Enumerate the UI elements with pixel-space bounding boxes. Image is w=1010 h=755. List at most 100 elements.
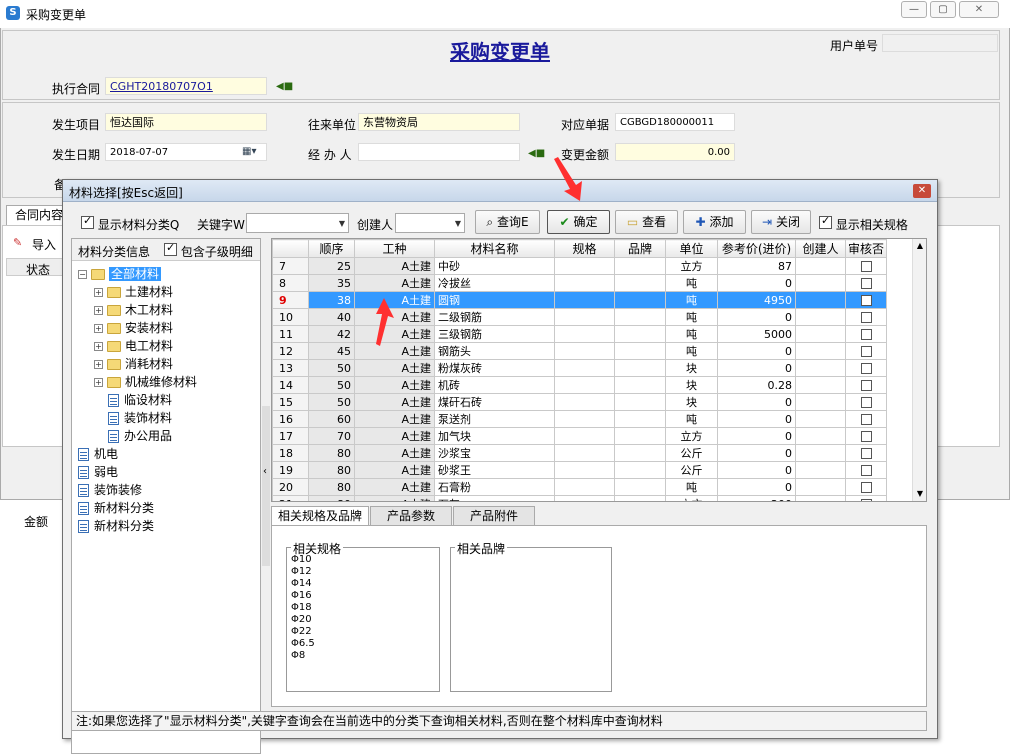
table-cell[interactable]: 0 <box>717 393 796 411</box>
view-button[interactable]: ▭ 查看 <box>615 210 678 234</box>
table-cell[interactable]: 立方 <box>665 257 718 275</box>
spec-item[interactable]: Φ6.5 <box>291 638 315 650</box>
table-cell[interactable] <box>614 308 666 326</box>
tree-node[interactable]: + 土建材料 <box>94 283 173 301</box>
show-category-option[interactable]: 显示材料分类Q <box>81 214 179 233</box>
table-cell[interactable]: A土建 <box>354 376 435 394</box>
table-cell[interactable]: 70 <box>308 427 355 445</box>
table-cell[interactable]: 4950 <box>717 291 796 309</box>
table-cell[interactable] <box>554 291 615 309</box>
keyword-combo[interactable]: ▼ <box>246 213 349 233</box>
table-cell[interactable] <box>554 444 615 462</box>
spec-item[interactable]: Φ14 <box>291 578 312 590</box>
table-cell[interactable] <box>845 427 887 445</box>
add-button[interactable]: ✚ 添加 <box>683 210 746 234</box>
table-cell[interactable]: 立方 <box>665 495 718 501</box>
column-header[interactable] <box>272 239 309 258</box>
approved-checkbox[interactable] <box>860 294 872 306</box>
table-cell[interactable]: 9 <box>272 291 309 309</box>
table-cell[interactable]: 0 <box>717 274 796 292</box>
table-cell[interactable]: 0 <box>717 427 796 445</box>
tab-product-params[interactable]: 产品参数 <box>370 506 452 526</box>
table-cell[interactable]: 吨 <box>665 308 718 326</box>
table-row[interactable]: 11 42 A土建 三级钢筋吨 5000 <box>272 325 887 343</box>
approved-checkbox[interactable] <box>860 328 872 340</box>
table-cell[interactable]: 公斤 <box>665 444 718 462</box>
creator-combo[interactable]: ▼ <box>395 213 465 233</box>
table-cell[interactable]: 0 <box>717 478 796 496</box>
table-cell[interactable] <box>795 427 846 445</box>
tree-node[interactable]: 机电 <box>78 445 118 463</box>
table-cell[interactable] <box>554 461 615 479</box>
table-cell[interactable]: 17 <box>272 427 309 445</box>
table-cell[interactable] <box>845 359 887 377</box>
table-row[interactable]: 9 38 A土建 圆钢吨 4950 <box>272 291 887 309</box>
user-no-field[interactable] <box>882 34 998 52</box>
table-cell[interactable]: A土建 <box>354 274 435 292</box>
approved-checkbox[interactable] <box>860 260 872 272</box>
table-cell[interactable] <box>614 461 666 479</box>
tab-specs-brands[interactable]: 相关规格及品牌 <box>271 506 369 527</box>
show-specs-option[interactable]: 显示相关规格 <box>819 214 908 233</box>
calendar-dropdown-icon[interactable]: ▦▾ <box>242 146 256 157</box>
table-cell[interactable]: 12 <box>272 342 309 360</box>
table-cell[interactable]: 80 <box>308 478 355 496</box>
expand-icon[interactable]: + <box>94 288 103 297</box>
table-cell[interactable]: 中砂 <box>434 257 555 275</box>
table-cell[interactable]: 25 <box>308 257 355 275</box>
close-button[interactable]: ✕ <box>959 1 999 18</box>
table-cell[interactable]: 圆钢 <box>434 291 555 309</box>
expand-icon[interactable]: + <box>94 378 103 387</box>
table-cell[interactable]: 50 <box>308 359 355 377</box>
table-cell[interactable] <box>845 478 887 496</box>
table-cell[interactable]: 机砖 <box>434 376 555 394</box>
table-cell[interactable]: 0 <box>717 461 796 479</box>
table-cell[interactable]: 沙浆宝 <box>434 444 555 462</box>
table-row[interactable]: 17 70 A土建 加气块 立方 0 <box>272 427 887 445</box>
spec-item[interactable]: Φ8 <box>291 650 305 662</box>
approved-checkbox[interactable] <box>860 379 872 391</box>
import-icon[interactable]: ✎ <box>13 236 22 249</box>
show-category-checkbox[interactable] <box>81 214 94 229</box>
collapse-icon[interactable]: − <box>78 270 87 279</box>
table-cell[interactable]: 冷拔丝 <box>434 274 555 292</box>
table-cell[interactable] <box>795 308 846 326</box>
column-header[interactable]: 品牌 <box>614 239 666 258</box>
table-cell[interactable] <box>795 478 846 496</box>
contract-field[interactable]: CGHT20180707O1 <box>105 77 267 95</box>
table-cell[interactable] <box>614 495 666 501</box>
table-row[interactable]: 15 50 A土建 煤矸石砖 块 0 <box>272 393 887 411</box>
table-cell[interactable]: 0 <box>717 308 796 326</box>
project-field[interactable]: 恒达国际 <box>105 113 267 131</box>
expand-icon[interactable]: + <box>94 360 103 369</box>
table-cell[interactable] <box>554 359 615 377</box>
spec-item[interactable]: Φ20 <box>291 614 312 626</box>
show-specs-checkbox[interactable] <box>819 214 832 229</box>
query-button[interactable]: ⌕ 查询E <box>475 210 540 234</box>
table-cell[interactable]: 砂浆王 <box>434 461 555 479</box>
table-row[interactable]: 10 40 A土建 二级钢筋吨 0 <box>272 308 887 326</box>
table-cell[interactable]: 块 <box>665 359 718 377</box>
table-row[interactable]: 7 25 A土建 中砂 立方 87 <box>272 257 887 275</box>
contract-picker-icon[interactable]: ◀■ <box>276 82 293 92</box>
approved-checkbox[interactable] <box>860 447 872 459</box>
approved-checkbox[interactable] <box>860 311 872 323</box>
table-cell[interactable] <box>614 444 666 462</box>
creator-dropdown-icon[interactable]: ▼ <box>455 219 461 228</box>
tree-node[interactable]: 新材料分类 <box>78 499 154 517</box>
column-header[interactable]: 创建人 <box>795 239 846 258</box>
table-row[interactable]: 16 60 A土建 泵送剂 吨 0 <box>272 410 887 428</box>
table-cell[interactable]: 15 <box>272 393 309 411</box>
tree-node[interactable]: − 全部材料 <box>78 265 162 283</box>
table-cell[interactable] <box>845 444 887 462</box>
table-cell[interactable] <box>614 291 666 309</box>
table-cell[interactable]: 5000 <box>717 325 796 343</box>
tab-product-attachments[interactable]: 产品附件 <box>453 506 535 526</box>
table-cell[interactable]: 泵送剂 <box>434 410 555 428</box>
table-cell[interactable] <box>845 291 887 309</box>
table-row[interactable]: 14 50 A土建 机砖 块 0.28 <box>272 376 887 394</box>
column-header[interactable]: 工种 <box>354 239 435 258</box>
table-cell[interactable]: 公斤 <box>665 461 718 479</box>
table-cell[interactable] <box>845 274 887 292</box>
spec-item[interactable]: Φ16 <box>291 590 312 602</box>
